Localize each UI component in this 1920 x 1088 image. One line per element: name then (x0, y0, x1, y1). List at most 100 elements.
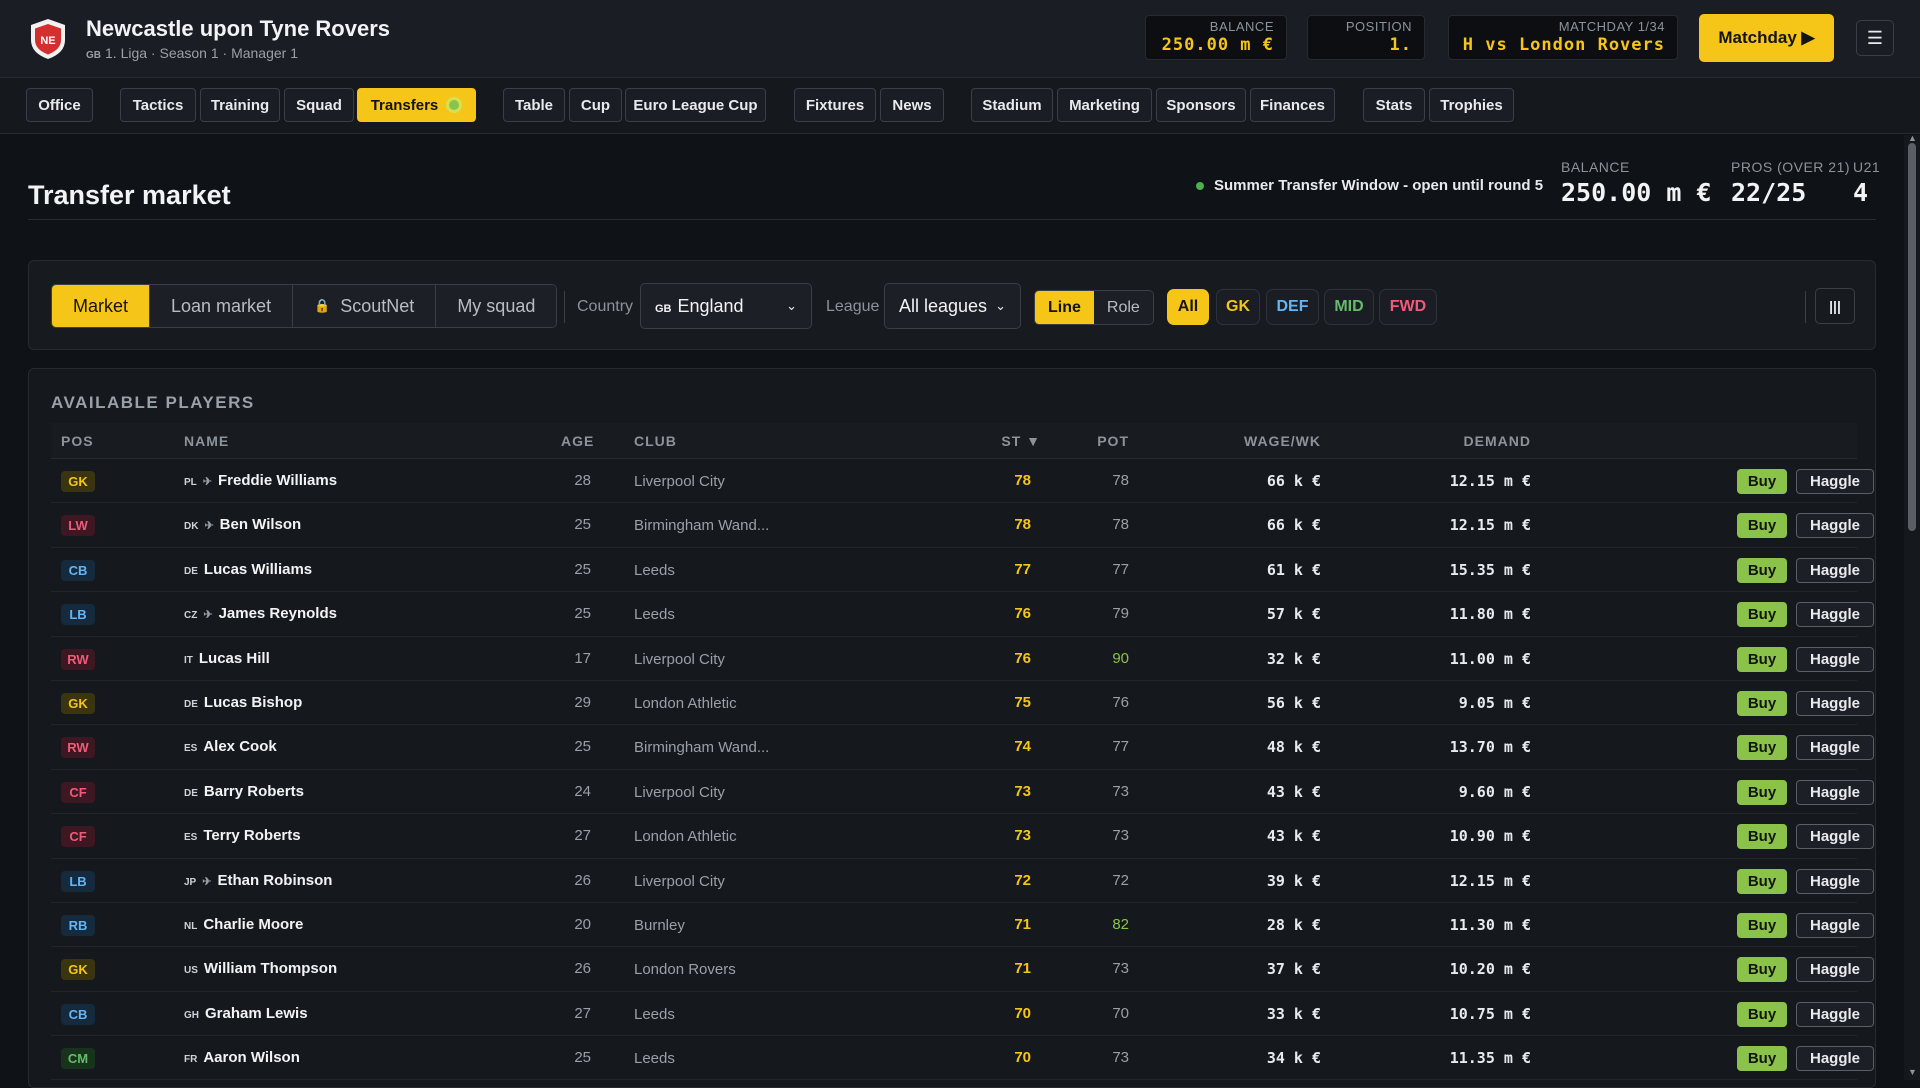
haggle-button[interactable]: Haggle (1796, 1001, 1874, 1027)
buy-button[interactable]: Buy (1737, 912, 1787, 938)
tab-table[interactable]: Table (503, 88, 565, 122)
tab-squad[interactable]: Squad (284, 88, 354, 122)
buy-button[interactable]: Buy (1737, 868, 1787, 894)
toggle-line[interactable]: Line (1035, 291, 1094, 324)
table-row[interactable]: RB NL Charlie Moore 20 Burnley 71 82 28 k € 11.3… (51, 903, 1874, 948)
buy-button[interactable]: Buy (1737, 735, 1787, 761)
buy-button[interactable]: Buy (1737, 469, 1787, 494)
scroll-up-icon[interactable]: ▲ (1908, 133, 1917, 143)
segment-my-squad[interactable]: My squad (436, 285, 557, 327)
table-row[interactable]: RW IT Lucas Hill 17 Liverpool City 76 90 32 k €… (51, 637, 1874, 681)
buy-button[interactable]: Buy (1737, 957, 1787, 983)
table-row[interactable]: CF ES Terry Roberts 27 London Athletic 73 73 43… (51, 814, 1874, 859)
country-select[interactable]: GB England ⌄ (640, 283, 812, 329)
buy-button[interactable]: Buy (1737, 690, 1787, 716)
filter-fwd[interactable]: FWD (1379, 289, 1437, 325)
haggle-button[interactable]: Haggle (1796, 469, 1874, 494)
tab-tactics[interactable]: Tactics (120, 88, 196, 122)
table-row[interactable]: CB GH Graham Lewis 27 Leeds 70 70 33 k € 10.75 m… (51, 992, 1874, 1037)
table-row[interactable]: CF DE Barry Roberts 24 Liverpool City 73 73 43 … (51, 770, 1874, 815)
haggle-button[interactable]: Haggle (1796, 1046, 1874, 1072)
tab-news[interactable]: News (880, 88, 944, 122)
player-name[interactable]: GH Graham Lewis (184, 1005, 308, 1022)
table-row[interactable]: CM FR Aaron Wilson 25 Leeds 70 73 34 k € 11.35 m… (51, 1036, 1874, 1081)
buy-button[interactable]: Buy (1737, 602, 1787, 628)
tab-euro-league-cup[interactable]: Euro League Cup (625, 88, 766, 122)
tab-training[interactable]: Training (200, 88, 280, 122)
player-name[interactable]: ES Terry Roberts (184, 827, 301, 844)
table-row[interactable]: LB CZ ✈ James Reynolds 25 Leeds 76 79 57 k € 11.8… (51, 592, 1874, 637)
buy-button[interactable]: Buy (1737, 824, 1787, 850)
table-row[interactable]: RW ES Alex Cook 25 Birmingham Wand... 74 77 48 … (51, 725, 1874, 770)
table-row[interactable]: CB DE Lucas Williams 25 Leeds 77 77 61 k € 15.35… (51, 548, 1874, 593)
player-name[interactable]: IT Lucas Hill (184, 650, 270, 667)
scrollbar[interactable]: ▲ ▼ (1904, 133, 1920, 1080)
league-select[interactable]: All leagues ⌄ (884, 283, 1021, 329)
tab-fixtures[interactable]: Fixtures (794, 88, 876, 122)
player-name[interactable]: DK ✈ Ben Wilson (184, 516, 301, 533)
player-name[interactable]: PL ✈ Freddie Williams (184, 472, 337, 489)
segment-market[interactable]: Market (52, 285, 151, 327)
filter-def[interactable]: DEF (1266, 289, 1319, 325)
columns-button[interactable]: ||| (1815, 288, 1855, 324)
filter-all[interactable]: All (1167, 289, 1209, 325)
col-name[interactable]: NAME (184, 433, 229, 449)
haggle-button[interactable]: Haggle (1796, 690, 1874, 716)
player-name[interactable]: DE Barry Roberts (184, 783, 304, 800)
buy-button[interactable]: Buy (1737, 779, 1787, 805)
tab-transfers[interactable]: Transfers (357, 88, 476, 122)
matchday-button[interactable]: Matchday ▶ (1699, 14, 1834, 62)
tab-sponsors[interactable]: Sponsors (1156, 88, 1246, 122)
buy-button[interactable]: Buy (1737, 557, 1787, 583)
haggle-button[interactable]: Haggle (1796, 557, 1874, 583)
buy-button[interactable]: Buy (1737, 1001, 1787, 1027)
table-row[interactable]: GK US William Thompson 26 London Rovers 71 73 3… (51, 947, 1874, 992)
haggle-button[interactable]: Haggle (1796, 824, 1874, 850)
tab-stats[interactable]: Stats (1363, 88, 1425, 122)
haggle-button[interactable]: Haggle (1796, 735, 1874, 761)
haggle-button[interactable]: Haggle (1796, 513, 1874, 539)
player-name[interactable]: CZ ✈ James Reynolds (184, 605, 337, 622)
tab-office[interactable]: Office (26, 88, 93, 122)
table-row[interactable]: GK DE Lucas Bishop 29 London Athletic 75 76 56 … (51, 681, 1874, 726)
player-name[interactable]: ES Alex Cook (184, 738, 277, 755)
tab-trophies[interactable]: Trophies (1429, 88, 1514, 122)
haggle-button[interactable]: Haggle (1796, 912, 1874, 938)
table-row[interactable]: LW DK ✈ Ben Wilson 25 Birmingham Wand... 78 78 6… (51, 503, 1874, 548)
segment-loan-market[interactable]: Loan market (150, 285, 294, 327)
col-age[interactable]: AGE (561, 433, 593, 449)
scroll-thumb[interactable] (1908, 143, 1916, 531)
player-name[interactable]: NL Charlie Moore (184, 916, 303, 933)
player-name[interactable]: FR Aaron Wilson (184, 1049, 300, 1066)
tab-marketing[interactable]: Marketing (1057, 88, 1152, 122)
toggle-role[interactable]: Role (1093, 291, 1153, 324)
col-demand[interactable]: DEMAND (1411, 433, 1531, 449)
scroll-down-icon[interactable]: ▼ (1908, 1067, 1917, 1077)
col-club[interactable]: CLUB (634, 433, 677, 449)
haggle-button[interactable]: Haggle (1796, 868, 1874, 894)
segment-scoutnet[interactable]: 🔒 ScoutNet (293, 285, 437, 327)
filter-mid[interactable]: MID (1324, 289, 1374, 325)
col-wage[interactable]: WAGE/WK (1201, 433, 1321, 449)
table-row[interactable]: GK PL ✈ Freddie Williams 28 Liverpool City 78 7… (51, 459, 1874, 504)
buy-button[interactable]: Buy (1737, 646, 1787, 672)
table-row[interactable]: LB JP ✈ Ethan Robinson 26 Liverpool City 72 72 3… (51, 859, 1874, 903)
player-name[interactable]: DE Lucas Bishop (184, 694, 302, 711)
col-pos[interactable]: POS (61, 433, 94, 449)
haggle-button[interactable]: Haggle (1796, 779, 1874, 805)
menu-button[interactable]: ☰ (1856, 20, 1894, 56)
buy-button[interactable]: Buy (1737, 513, 1787, 539)
filter-gk[interactable]: GK (1216, 289, 1260, 325)
haggle-button[interactable]: Haggle (1796, 602, 1874, 628)
player-name[interactable]: DE Lucas Williams (184, 561, 312, 578)
col-pot[interactable]: POT (1079, 433, 1129, 449)
player-name[interactable]: US William Thompson (184, 960, 337, 977)
player-name[interactable]: JP ✈ Ethan Robinson (184, 872, 332, 889)
tab-stadium[interactable]: Stadium (971, 88, 1053, 122)
col-st[interactable]: ST ▼ (981, 433, 1041, 449)
tab-finances[interactable]: Finances (1250, 88, 1335, 122)
haggle-button[interactable]: Haggle (1796, 646, 1874, 672)
tab-cup[interactable]: Cup (569, 88, 622, 122)
haggle-button[interactable]: Haggle (1796, 957, 1874, 983)
buy-button[interactable]: Buy (1737, 1046, 1787, 1072)
